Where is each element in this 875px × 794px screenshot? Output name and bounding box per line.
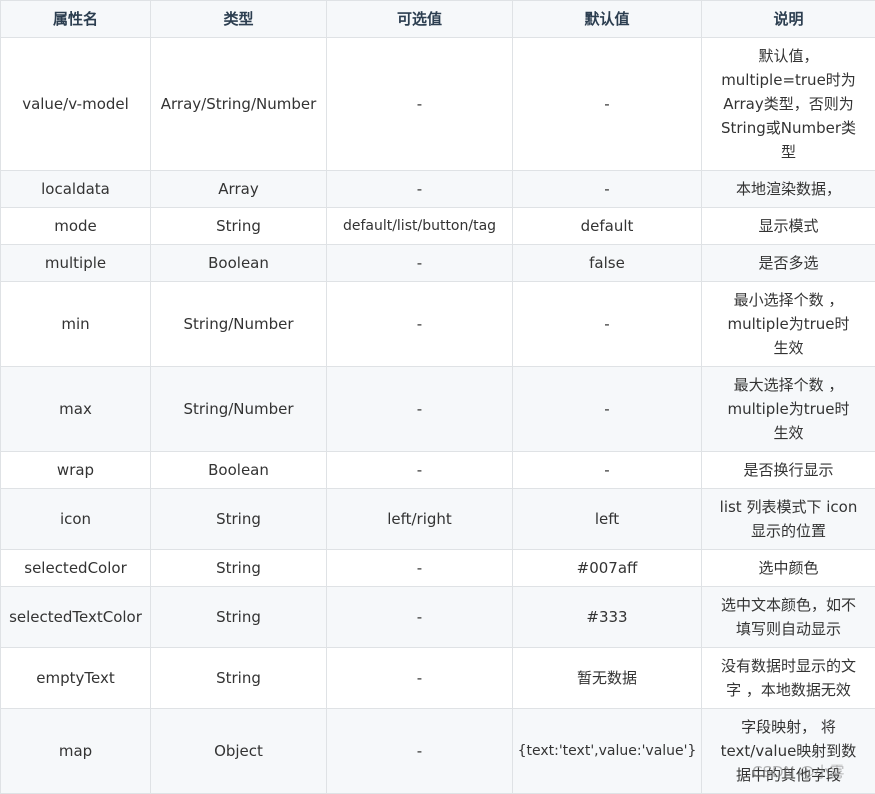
cell-name: selectedColor [1,550,151,587]
cell-name: min [1,282,151,367]
cell-default: default [513,208,702,245]
cell-type: String [151,587,327,648]
cell-default: #333 [513,587,702,648]
cell-description: 选中颜色 [702,550,875,587]
header-default: 默认值 [513,1,702,38]
cell-description: 字段映射， 将text/value映射到数据中的其他字段 [702,709,875,794]
cell-name: value/v-model [1,38,151,171]
cell-options: - [327,550,513,587]
cell-options: - [327,245,513,282]
cell-options: - [327,38,513,171]
header-type: 类型 [151,1,327,38]
table-row: min String/Number - - 最小选择个数 ，multiple为t… [1,282,875,367]
cell-type: Boolean [151,245,327,282]
table-row: mode String default/list/button/tag defa… [1,208,875,245]
cell-description: 默认值，multiple=true时为Array类型，否则为String或Num… [702,38,875,171]
cell-name: localdata [1,171,151,208]
table-row: icon String left/right left list 列表模式下 i… [1,489,875,550]
cell-name: emptyText [1,648,151,709]
cell-default: - [513,282,702,367]
cell-type: String [151,208,327,245]
cell-type: Array [151,171,327,208]
table-row: max String/Number - - 最大选择个数 ，multiple为t… [1,367,875,452]
cell-type: Array/String/Number [151,38,327,171]
cell-type: String [151,648,327,709]
cell-options: - [327,282,513,367]
cell-default: - [513,452,702,489]
cell-options: - [327,171,513,208]
cell-type: String/Number [151,367,327,452]
cell-options: - [327,452,513,489]
cell-description: 本地渲染数据， [702,171,875,208]
header-options: 可选值 [327,1,513,38]
cell-description: list 列表模式下 icon 显示的位置 [702,489,875,550]
cell-options: - [327,587,513,648]
cell-type: Boolean [151,452,327,489]
table-row: selectedColor String - #007aff 选中颜色 [1,550,875,587]
cell-description: 没有数据时显示的文字 ，本地数据无效 [702,648,875,709]
cell-options: - [327,709,513,794]
cell-default: {text:'text',value:'value'} [513,709,702,794]
cell-description: 最大选择个数 ，multiple为true时生效 [702,367,875,452]
cell-type: Object [151,709,327,794]
cell-options: left/right [327,489,513,550]
cell-default: 暂无数据 [513,648,702,709]
cell-options: - [327,648,513,709]
cell-name: icon [1,489,151,550]
cell-type: String/Number [151,282,327,367]
cell-default: - [513,171,702,208]
cell-default: - [513,38,702,171]
table-row: map Object - {text:'text',value:'value'}… [1,709,875,794]
cell-description: 是否换行显示 [702,452,875,489]
table-row: value/v-model Array/String/Number - - 默认… [1,38,875,171]
cell-default: - [513,367,702,452]
props-table: 属性名 类型 可选值 默认值 说明 value/v-model Array/St… [0,0,875,794]
table-row: localdata Array - - 本地渲染数据， [1,171,875,208]
table-header-row: 属性名 类型 可选值 默认值 说明 [1,1,875,38]
cell-name: map [1,709,151,794]
header-name: 属性名 [1,1,151,38]
cell-type: String [151,550,327,587]
header-description: 说明 [702,1,875,38]
table-row: selectedTextColor String - #333 选中文本颜色，如… [1,587,875,648]
cell-description: 最小选择个数 ，multiple为true时生效 [702,282,875,367]
cell-description: 选中文本颜色，如不填写则自动显示 [702,587,875,648]
cell-default: #007aff [513,550,702,587]
cell-type: String [151,489,327,550]
table-row: multiple Boolean - false 是否多选 [1,245,875,282]
table-row: wrap Boolean - - 是否换行显示 [1,452,875,489]
cell-name: max [1,367,151,452]
cell-name: multiple [1,245,151,282]
cell-name: selectedTextColor [1,587,151,648]
cell-default: false [513,245,702,282]
table-row: emptyText String - 暂无数据 没有数据时显示的文字 ，本地数据… [1,648,875,709]
cell-default: left [513,489,702,550]
cell-options: - [327,367,513,452]
cell-options: default/list/button/tag [327,208,513,245]
cell-description: 显示模式 [702,208,875,245]
cell-description: 是否多选 [702,245,875,282]
cell-name: mode [1,208,151,245]
cell-name: wrap [1,452,151,489]
